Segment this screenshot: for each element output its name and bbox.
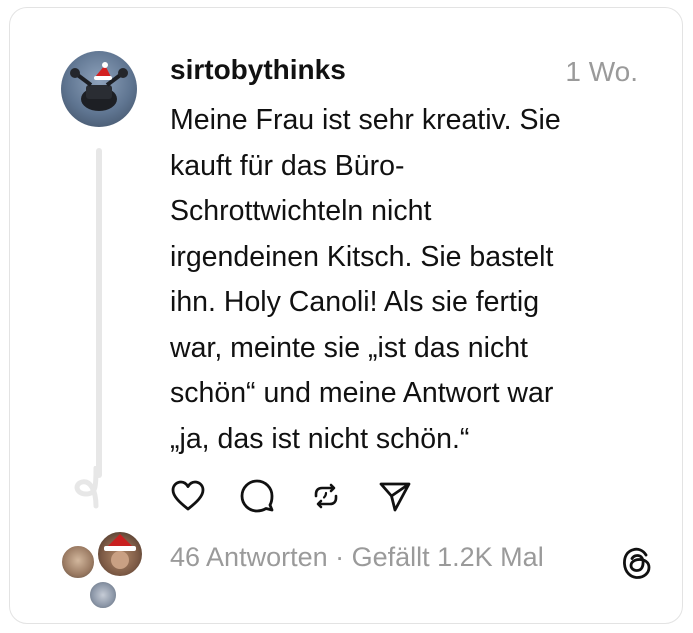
post-time[interactable]: 1 Wo. bbox=[565, 56, 638, 88]
username[interactable]: sirtobythinks bbox=[170, 54, 346, 86]
action-bar bbox=[170, 478, 413, 514]
replier-avatar[interactable] bbox=[60, 544, 96, 580]
repost-icon bbox=[314, 483, 338, 509]
replier-avatar[interactable] bbox=[88, 580, 118, 610]
post-card: sirtobythinks 1 Wo. Meine Frau ist sehr … bbox=[9, 7, 683, 624]
share-button[interactable] bbox=[377, 478, 413, 514]
post-text-line: irgendeinen Kitsch. Sie bastelt bbox=[170, 240, 554, 273]
like-button[interactable] bbox=[170, 478, 206, 514]
post-text-line: Schrottwichteln nicht bbox=[170, 195, 432, 227]
thread-curl-icon bbox=[74, 466, 99, 509]
thread-line bbox=[96, 148, 102, 478]
post-text-line: ihn. Holy Canoli! Als sie fertig bbox=[170, 286, 540, 318]
send-icon bbox=[379, 482, 411, 512]
post-stats[interactable]: 46 Antworten · Gefällt 1.2K Mal bbox=[170, 542, 544, 573]
post-text-line: „ja, das ist nicht schön.“ bbox=[170, 422, 470, 455]
repost-button[interactable] bbox=[308, 478, 344, 514]
comment-icon bbox=[240, 479, 274, 513]
replier-avatar[interactable] bbox=[96, 530, 144, 578]
avatar-image bbox=[70, 62, 128, 111]
post-text-line: schön“ und meine Antwort war bbox=[170, 377, 554, 409]
post-text-line: Meine Frau ist sehr kreativ. Sie bbox=[170, 104, 561, 136]
reply-button[interactable] bbox=[239, 478, 275, 514]
threads-logo-icon bbox=[623, 547, 651, 579]
post-text-line: war, meinte sie „ist das nicht bbox=[170, 331, 528, 364]
post-text: Meine Frau ist sehr kreativ. Sie kauft f… bbox=[170, 98, 640, 462]
heart-icon bbox=[171, 480, 205, 511]
avatar[interactable] bbox=[61, 51, 137, 127]
replier-avatar-image bbox=[104, 534, 136, 569]
post-text-line: kauft für das Büro- bbox=[170, 149, 405, 182]
